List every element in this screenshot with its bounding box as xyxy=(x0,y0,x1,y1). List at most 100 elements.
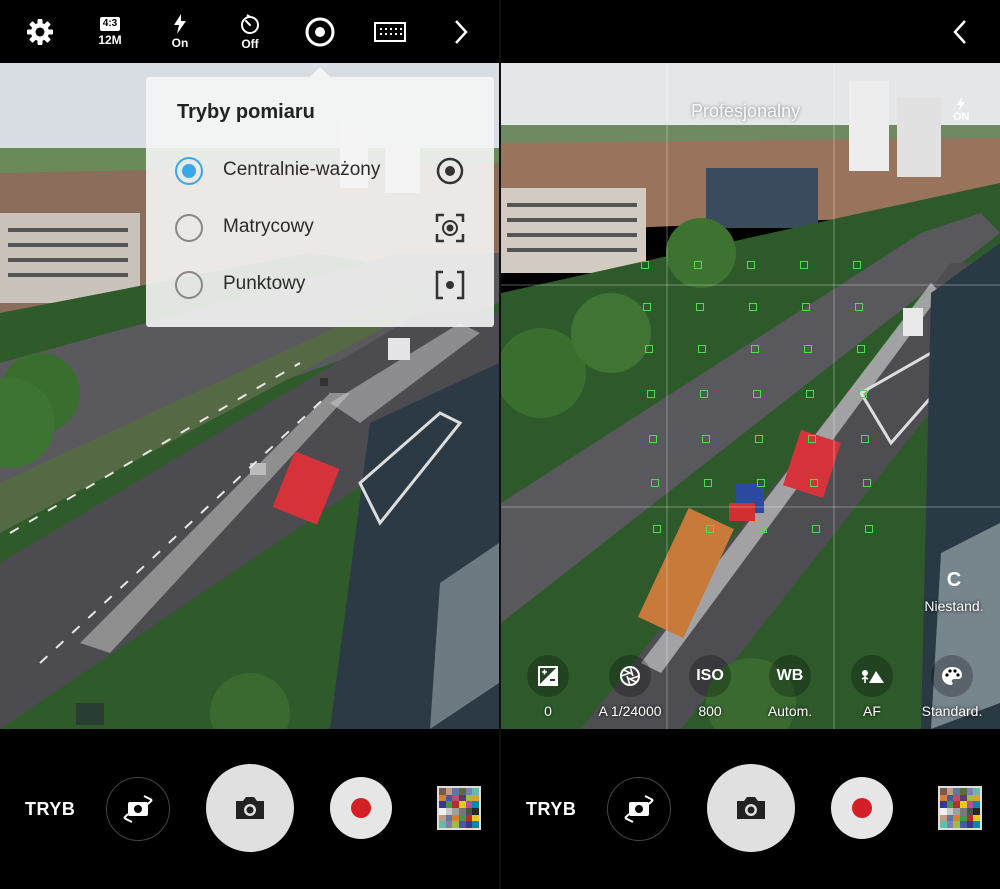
camera-screen-right: Profesjonalny ON C Niestand. 0 A 1/24000… xyxy=(501,0,1000,889)
collapse-button[interactable] xyxy=(945,0,975,63)
bottom-controls: TRYB xyxy=(0,729,499,889)
keyboard-button[interactable] xyxy=(372,0,408,63)
thumbnail-swatch xyxy=(966,814,974,822)
af-point xyxy=(808,435,816,443)
thumbnail-swatch xyxy=(472,801,479,808)
option-label: Punktowy xyxy=(223,273,306,294)
thumbnail-swatch xyxy=(472,788,479,795)
radio-unselected[interactable] xyxy=(175,214,203,242)
keyboard-icon xyxy=(374,21,406,42)
record-button[interactable] xyxy=(330,777,392,839)
timer-icon xyxy=(241,13,259,34)
gear-icon xyxy=(27,18,53,45)
top-toolbar: 4:3 12M On Off xyxy=(0,0,499,63)
thumbnail-swatch xyxy=(465,821,473,828)
radio-unselected[interactable] xyxy=(175,271,203,299)
effects-thumbnail[interactable] xyxy=(437,786,481,830)
metering-option-matrix[interactable]: Matrycowy xyxy=(146,200,494,256)
thumbnail-swatch xyxy=(472,814,479,822)
af-point xyxy=(853,261,861,269)
metering-option-spot[interactable]: Punktowy xyxy=(146,257,494,313)
white-balance-control[interactable]: WB Autom. xyxy=(745,655,835,719)
switch-camera-icon xyxy=(624,795,654,823)
iso-icon: ISO xyxy=(689,655,731,697)
af-point xyxy=(651,479,659,487)
af-point xyxy=(643,303,651,311)
metering-option-center[interactable]: Centralnie-ważony xyxy=(146,143,494,199)
thumbnail-swatch xyxy=(953,821,960,828)
focus-control[interactable]: AF xyxy=(827,655,917,719)
popup-title: Tryby pomiaru xyxy=(177,101,315,123)
iso-control[interactable]: ISO 800 xyxy=(665,655,755,719)
expand-button[interactable] xyxy=(446,0,476,63)
af-point xyxy=(804,345,812,353)
viewfinder[interactable]: Tryby pomiaru Centralnie-ważony Matrycow… xyxy=(0,63,499,729)
record-button[interactable] xyxy=(831,777,893,839)
popup-arrow xyxy=(310,67,330,77)
viewfinder[interactable]: Profesjonalny ON C Niestand. 0 A 1/24000… xyxy=(501,63,1000,729)
exposure-control[interactable]: 0 xyxy=(503,655,593,719)
focus-value: AF xyxy=(863,703,881,719)
switch-camera-button[interactable] xyxy=(607,777,671,841)
af-point xyxy=(755,435,763,443)
af-point xyxy=(812,525,820,533)
thumbnail-swatch xyxy=(458,814,466,822)
thumbnail-swatch xyxy=(940,821,947,828)
thumbnail-swatch xyxy=(452,794,459,802)
switch-camera-button[interactable] xyxy=(106,777,170,841)
thumbnail-swatch xyxy=(458,807,466,815)
radio-selected[interactable] xyxy=(175,157,203,185)
thumbnail-swatch xyxy=(966,821,974,828)
timer-button[interactable]: Off xyxy=(232,0,268,63)
metering-button[interactable] xyxy=(302,0,338,63)
thumbnail-swatch xyxy=(959,821,967,828)
thumbnail-swatch xyxy=(946,801,954,808)
mode-button[interactable]: TRYB xyxy=(25,799,75,820)
iso-value: 800 xyxy=(698,703,722,719)
thumbnail-swatch xyxy=(445,801,453,808)
chevron-left-icon xyxy=(953,19,966,44)
thumbnail-swatch xyxy=(940,807,947,815)
shutter-button[interactable] xyxy=(206,764,294,852)
custom-label: Niestand. xyxy=(924,598,984,614)
thumbnail-swatch xyxy=(472,821,479,828)
tone-control[interactable]: Standard. xyxy=(907,655,997,719)
picture-size-button[interactable]: 4:3 12M xyxy=(90,0,130,63)
mode-button[interactable]: TRYB xyxy=(526,799,576,820)
tone-value: Standard. xyxy=(921,703,983,719)
thumbnail-swatch xyxy=(458,801,466,808)
thumbnail-swatch xyxy=(946,821,954,828)
effects-thumbnail[interactable] xyxy=(938,786,982,830)
settings-button[interactable] xyxy=(22,0,58,63)
custom-preset-button[interactable]: C Niestand. xyxy=(919,569,989,614)
focus-mountain-icon xyxy=(851,655,893,697)
thumbnail-swatch xyxy=(953,794,960,802)
af-point xyxy=(749,303,757,311)
thumbnail-swatch xyxy=(966,794,974,802)
camera-icon xyxy=(737,797,765,819)
thumbnail-swatch xyxy=(973,794,980,802)
flash-icon xyxy=(174,13,186,34)
shutter-button[interactable] xyxy=(707,764,795,852)
af-point xyxy=(645,345,653,353)
af-point xyxy=(802,303,810,311)
flash-button[interactable]: On xyxy=(162,0,198,63)
thumbnail-swatch xyxy=(439,801,446,808)
af-point xyxy=(653,525,661,533)
resolution-label: 12M xyxy=(98,32,122,47)
af-point xyxy=(757,479,765,487)
af-point xyxy=(696,303,704,311)
af-point xyxy=(865,525,873,533)
center-weighted-icon xyxy=(305,17,335,46)
thumbnail-swatch xyxy=(465,814,473,822)
shutter-speed-control[interactable]: A 1/24000 xyxy=(585,655,675,719)
af-point xyxy=(810,479,818,487)
thumbnail-swatch xyxy=(465,794,473,802)
palette-icon xyxy=(931,655,973,697)
thumbnail-swatch xyxy=(940,814,947,822)
af-point xyxy=(706,525,714,533)
af-point xyxy=(859,390,867,398)
camera-icon xyxy=(236,797,264,819)
ratio-badge: 4:3 xyxy=(99,16,121,31)
af-point xyxy=(753,390,761,398)
